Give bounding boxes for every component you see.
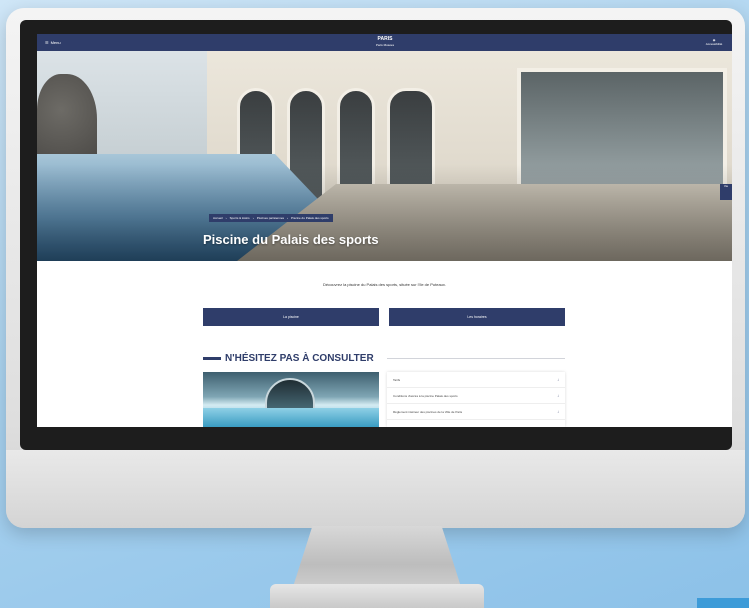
pool-info-button[interactable]: La piscine <box>203 308 379 326</box>
document-item[interactable]: Conditions d'accès à la piscine Palais d… <box>387 388 565 404</box>
breadcrumb-separator: › <box>252 216 254 220</box>
hero-image <box>37 34 732 261</box>
menu-label: Menu <box>50 40 61 45</box>
monitor-base <box>270 584 484 608</box>
top-navigation: ☰ Menu PARIS Paris Musées ◉ Accessibilit… <box>37 34 732 51</box>
brand-subtitle: Paris Musées <box>375 43 395 47</box>
document-label: Règlement intérieur des piscines de la V… <box>393 409 463 414</box>
site-logo[interactable]: PARIS Paris Musées <box>347 36 423 48</box>
intro-text: Découvrez la piscine du Palais des sport… <box>322 282 447 287</box>
menu-icon: ☰ <box>45 40 49 45</box>
breadcrumb-current: Piscine du Palais des sports <box>291 216 329 220</box>
documents-list: Tarifs ↓ Conditions d'accès à la piscine… <box>387 372 565 427</box>
monitor-stand <box>292 526 462 590</box>
side-tab[interactable]: Vie <box>720 184 732 200</box>
pool-thumbnail[interactable] <box>203 372 379 427</box>
schedule-button[interactable]: Les horaires <box>389 308 565 326</box>
corner-decoration <box>697 598 749 608</box>
breadcrumb-separator: › <box>225 216 227 220</box>
section-divider <box>387 358 565 359</box>
page-title: Piscine du Palais des sports <box>203 232 379 247</box>
breadcrumb-item[interactable]: Accueil <box>213 216 223 220</box>
breadcrumb: Accueil › Sports & loisirs › Piscines pa… <box>209 214 333 222</box>
document-item[interactable]: Règlement intérieur des piscines de la V… <box>387 404 565 420</box>
download-icon[interactable]: ↓ <box>557 393 559 398</box>
document-label: Conditions d'accès à la piscine Palais d… <box>393 393 458 398</box>
screen: ☰ Menu PARIS Paris Musées ◉ Accessibilit… <box>37 34 732 427</box>
accessibility-button[interactable]: ◉ Accessibilité <box>699 36 729 49</box>
section-title: N'HÉSITEZ PAS À CONSULTER <box>225 353 374 364</box>
section-heading: N'HÉSITEZ PAS À CONSULTER <box>203 353 374 364</box>
menu-button[interactable]: ☰ Menu <box>40 37 66 48</box>
heading-mark <box>203 357 221 360</box>
monitor-chin <box>6 450 745 528</box>
download-icon[interactable]: ↓ <box>557 409 559 414</box>
document-item[interactable]: Tarifs ↓ <box>387 372 565 388</box>
download-icon[interactable]: ↓ <box>557 377 559 382</box>
breadcrumb-item[interactable]: Sports & loisirs <box>230 216 250 220</box>
breadcrumb-item[interactable]: Piscines parisiennes <box>257 216 284 220</box>
document-label: Tarifs <box>393 377 401 382</box>
breadcrumb-separator: › <box>287 216 289 220</box>
accessibility-label: Accessibilité <box>705 42 723 46</box>
